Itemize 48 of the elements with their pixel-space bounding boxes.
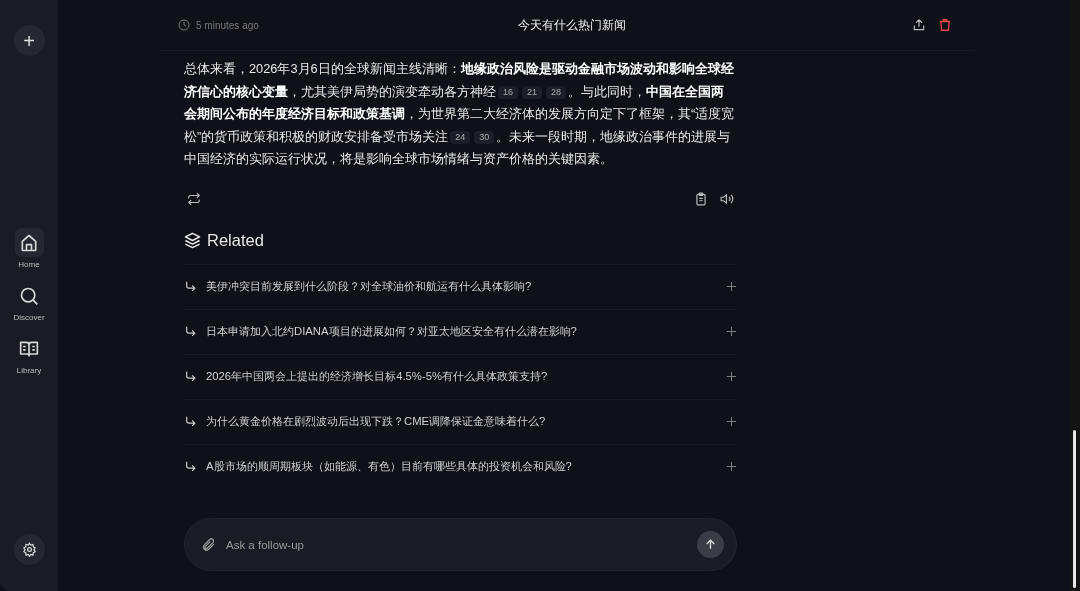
reply-arrow-icon (184, 280, 197, 293)
reply-arrow-icon (184, 370, 197, 383)
gear-icon (21, 542, 37, 557)
related-question[interactable]: 2026年中国两会上提出的经济增长目标4.5%-5%有什么具体政策支持? (184, 353, 737, 399)
question-text: 美伊冲突目前发展到什么阶段？对全球油价和航运有什么具体影响? (206, 279, 533, 294)
scrollbar[interactable] (1073, 430, 1076, 588)
related-question[interactable]: A股市场的顺周期板块（如能源、有色）目前有哪些具体的投资机会和风险? (184, 443, 737, 489)
plus-icon (726, 461, 737, 472)
question-text: 2026年中国两会上提出的经济增长目标4.5%-5%有什么具体政策支持? (206, 369, 549, 384)
arrow-up-icon (704, 538, 717, 551)
plus-icon (726, 326, 737, 337)
related-question[interactable]: 为什么黄金价格在剧烈波动后出现下跌？CME调降保证金意味着什么? (184, 398, 737, 444)
clock-icon (178, 19, 190, 31)
new-thread-button[interactable]: + (13, 25, 45, 56)
thread-title: 今天有什么热门新闻 (518, 16, 626, 34)
question-text: 为什么黄金价格在剧烈波动后出现下跌？CME调降保证金意味着什么? (206, 414, 547, 429)
reply-arrow-icon (184, 415, 197, 428)
follow-up-field[interactable]: Ask a follow-up (224, 537, 689, 552)
send-button[interactable] (697, 531, 724, 558)
answer-paragraph: 总体来看，2026年3月6日的全球新闻主线清晰：地缘政治风险是驱动金融市场波动和影响全球经济信心的核心变量，尤其美伊局势的演变牵动各方神经 16 21 28 。与此同时，中国在全国两会期间公布的年度经济目标和政策基调，为世界第二大经济体的发展方向定下了框架，其“适度宽松”的货币政策和积极的财政安排备受市场关注 24 30 。未来一段时期，地缘政治事件的进展与中国经济的实际运行状况，将是影响全球市场情绪与资产价格的关键因素。 (184, 60, 736, 168)
citation-link[interactable]: 21 (522, 85, 543, 99)
nav-item[interactable]: Library (14, 334, 44, 375)
home-icon (19, 232, 39, 253)
question-text: A股市场的顺周期板块（如能源、有色）目前有哪些具体的投资机会和风险? (206, 459, 573, 474)
reply-arrow-icon (184, 325, 197, 338)
layers-icon (184, 231, 201, 249)
plus-icon (726, 416, 737, 427)
related-question[interactable]: 日本申请加入北约DIANA项目的进展如何？对亚太地区安全有什么潜在影响? (184, 308, 737, 354)
related-question[interactable]: 美伊冲突目前发展到什么阶段？对全球油价和航运有什么具体影响? (184, 263, 737, 309)
plus-icon (726, 371, 737, 382)
plus-icon (726, 281, 737, 292)
reply-arrow-icon (184, 460, 197, 473)
related-heading: Related (207, 230, 264, 250)
citation-link[interactable]: 24 (450, 130, 471, 144)
clipboard-icon (694, 191, 708, 206)
settings-button[interactable] (13, 534, 45, 565)
search-icon (19, 285, 39, 306)
speaker-icon (720, 191, 734, 206)
timestamp: 5 minutes ago (196, 19, 259, 31)
nav-item[interactable]: Discover (13, 281, 45, 322)
citation-link[interactable]: 30 (474, 130, 495, 144)
trash-icon (938, 18, 952, 32)
repeat-icon (187, 191, 201, 206)
citation-link[interactable]: 16 (498, 85, 518, 99)
paperclip-icon (201, 537, 216, 552)
question-text: 日本申请加入北约DIANA项目的进展如何？对亚太地区安全有什么潜在影响? (206, 324, 578, 339)
citation-link[interactable]: 28 (546, 85, 567, 99)
share-icon (912, 18, 926, 32)
